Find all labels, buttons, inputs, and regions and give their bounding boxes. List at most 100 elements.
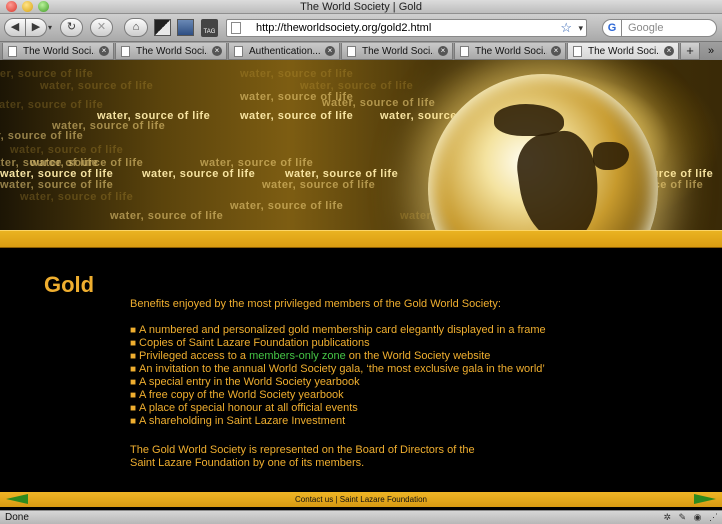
tab-label: The World Soci... [23,46,95,57]
close-tab-icon[interactable]: × [664,46,674,56]
extension-icon[interactable]: ✎ [679,512,687,522]
tab-label: The World Soci... [362,46,434,57]
globe-image [428,74,658,230]
benefit-text-suffix: on the World Society website [345,350,491,362]
next-arrow-icon[interactable] [694,494,716,504]
extension-icon[interactable]: ◉ [694,512,702,522]
page-icon [234,46,243,57]
benefit-text: A place of special honour at all officia… [139,402,358,414]
banner-text-row: water, source of life [0,68,94,80]
bullet-icon: ■ [130,403,137,414]
benefit-text: Copies of Saint Lazare Foundation public… [139,337,370,349]
banner-text-row: water, source of life [230,200,344,212]
page-icon [231,22,241,34]
page-style-icon[interactable] [154,19,171,36]
contact-us-link[interactable]: Contact us [295,495,333,504]
page-icon [121,46,130,57]
forward-button[interactable]: ▶ [25,18,47,37]
window-title: The World Society | Gold [300,1,422,13]
search-input[interactable]: Google [621,19,717,37]
tag-icon[interactable]: TAG [201,19,218,37]
banner-text-row: water, source of life [10,144,124,156]
page-icon [573,46,582,57]
closing-line: The Gold World Society is represented on… [130,444,475,456]
close-tab-icon[interactable]: × [438,46,448,56]
stop-button[interactable]: ✕ [90,18,113,37]
bookmark-star-icon[interactable]: ☆ [560,20,572,36]
close-tab-icon[interactable]: × [212,46,222,56]
bullet-icon: ■ [130,364,137,375]
benefit-text: A numbered and personalized gold members… [139,324,546,336]
benefits-intro: Benefits enjoyed by the most privileged … [130,298,501,310]
close-tab-icon[interactable]: × [551,46,561,56]
bookmark-panel-icon[interactable] [177,19,194,36]
url-dropdown-icon[interactable]: ▾ [578,21,583,36]
previous-arrow-icon[interactable] [6,494,28,504]
benefits-list: ■ A numbered and personalized gold member… [130,324,546,428]
tab-2[interactable]: The World Soci... × [115,43,227,60]
tab-5[interactable]: The World Soci... × [454,43,566,60]
tab-list-icon[interactable]: » [703,43,719,60]
banner-text-row: water, source of life [40,80,154,92]
footer-bar: Contact us | Saint Lazare Foundation [0,492,722,507]
reload-button[interactable]: ↻ [60,18,83,37]
benefit-text: A free copy of the World Society yearboo… [139,389,344,401]
list-item: ■ An invitation to the annual World Socie… [130,363,546,376]
saint-lazare-foundation-link[interactable]: Saint Lazare Foundation [340,495,427,504]
list-item: ■ A free copy of the World Society yearbo… [130,389,546,402]
list-item: ■ A numbered and personalized gold member… [130,324,546,337]
banner-text-row: water, source of life [322,97,436,109]
closing-line: Saint Lazare Foundation by one of its me… [130,457,365,469]
status-icons: ✲ ✎ ◉ ⋰ [659,511,719,524]
list-item: ■ Copies of Saint Lazare Foundation publi… [130,337,546,350]
footer-links: Contact us | Saint Lazare Foundation [295,492,427,507]
address-bar[interactable]: http://theworldsociety.org/gold2.html ☆ … [226,19,587,37]
benefit-text: An invitation to the annual World Societ… [139,363,545,375]
resize-grip-icon[interactable]: ⋰ [709,512,718,522]
tab-label: The World Soci... [475,46,547,57]
bullet-icon: ■ [130,351,137,362]
gold-divider-band [0,230,722,248]
header-banner: water, source of life water, source of l… [0,60,722,230]
tab-3[interactable]: Authentication... × [228,43,340,60]
arabia-shape [593,142,629,170]
tab-4[interactable]: The World Soci... × [341,43,453,60]
search-engine-icon[interactable]: G [602,19,622,37]
tab-label: Authentication... [249,46,321,57]
home-button[interactable]: ⌂ [124,18,148,37]
banner-text-row: water, source of life [240,110,354,122]
tab-6-active[interactable]: The World Soci... × [567,43,679,60]
page-icon [8,46,17,57]
banner-text-row: water, source of life [20,191,134,203]
page-icon [347,46,356,57]
members-only-zone-link[interactable]: members-only zone [249,350,346,362]
status-text: Done [5,512,29,523]
extension-icon[interactable]: ✲ [664,512,672,522]
history-dropdown-icon[interactable]: ▾ [48,23,52,32]
window-titlebar: The World Society | Gold [0,0,722,14]
bullet-icon: ■ [130,416,137,427]
banner-text-row: water, source of life [0,130,84,142]
benefit-text-prefix: Privileged access to a [139,350,250,362]
list-item: ■ A shareholding in Saint Lazare Investme… [130,415,546,428]
list-item: ■ A place of special honour at all offici… [130,402,546,415]
tab-label: The World Soci... [136,46,208,57]
banner-text-row: water, source of life [262,179,376,191]
new-tab-button[interactable]: + [680,43,700,60]
web-page: water, source of life water, source of l… [0,60,722,510]
close-tab-icon[interactable]: × [99,46,109,56]
board-representation-text: The Gold World Society is represented on… [130,444,475,470]
tab-1[interactable]: The World Soci... × [2,43,114,60]
africa-shape [512,127,606,230]
banner-text-row: water, source of life [0,179,114,191]
page-icon [460,46,469,57]
bullet-icon: ■ [130,338,137,349]
close-tab-icon[interactable]: × [325,46,335,56]
tab-bar: The World Soci... × The World Soci... × … [0,41,722,60]
banner-text-row: water, source of life [142,168,256,180]
back-button[interactable]: ◀ [4,18,26,37]
status-bar: Done ✲ ✎ ◉ ⋰ [0,510,722,524]
benefit-text: A special entry in the World Society yea… [139,376,360,388]
address-url[interactable]: http://theworldsociety.org/gold2.html [256,21,431,36]
bullet-icon: ■ [130,325,137,336]
